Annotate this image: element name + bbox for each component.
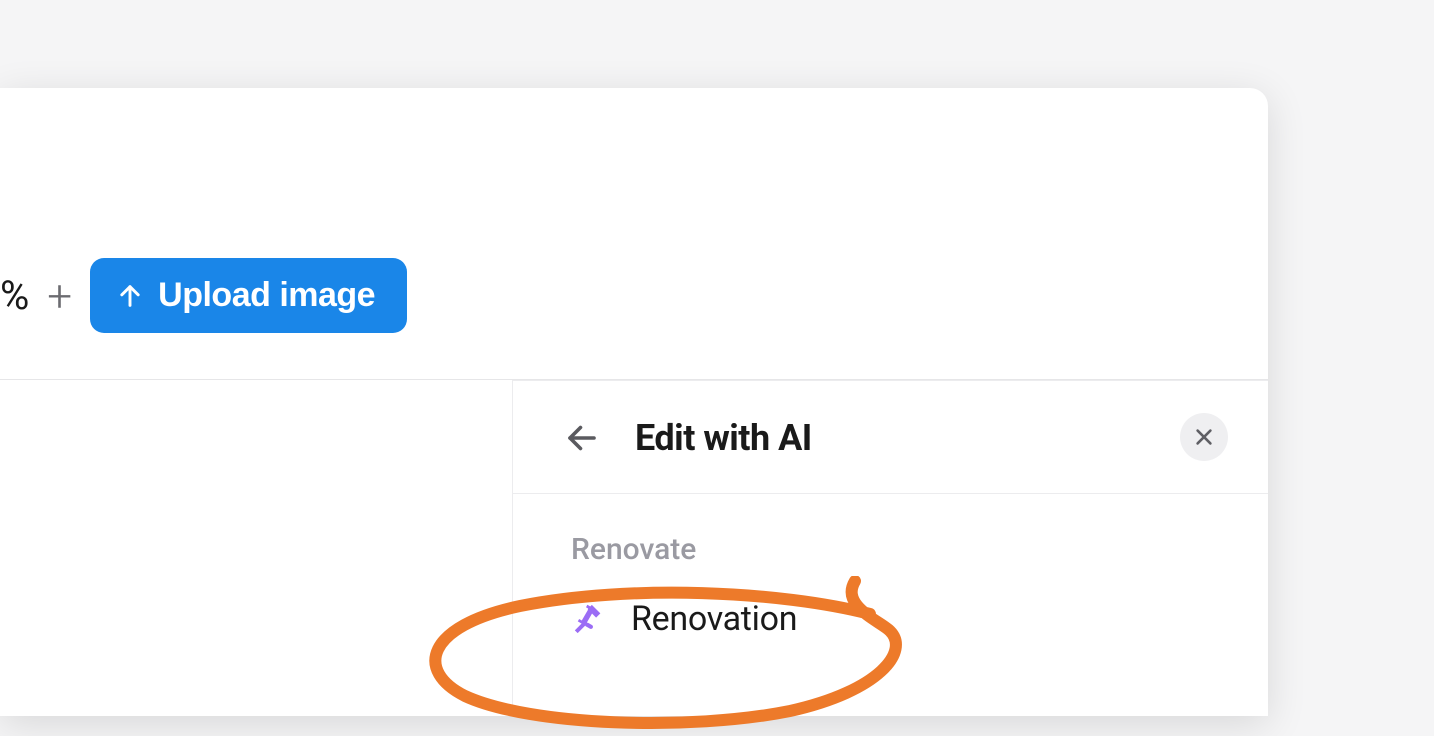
menu-item-renovation[interactable]: Renovation	[571, 591, 1210, 647]
close-icon	[1193, 426, 1215, 448]
panel-header: Edit with AI	[513, 381, 1268, 494]
close-button[interactable]	[1180, 413, 1228, 461]
back-button[interactable]	[561, 417, 603, 459]
upload-button-label: Upload image	[158, 276, 375, 315]
section-label-renovate: Renovate	[571, 532, 1210, 567]
toolbar-row: % + Upload image	[0, 258, 407, 333]
arrow-left-icon	[564, 420, 600, 456]
hammer-icon	[571, 601, 607, 637]
edit-with-ai-panel: Edit with AI Renovate Renovatio	[512, 380, 1268, 716]
app-window: % + Upload image Edit with AI	[0, 88, 1268, 716]
upload-image-button[interactable]: Upload image	[90, 258, 407, 333]
plus-icon[interactable]: +	[47, 274, 72, 318]
toolbar: % + Upload image	[0, 88, 1268, 380]
panel-body: Renovate Renovation	[513, 494, 1268, 647]
percent-symbol: %	[0, 272, 29, 319]
panel-title: Edit with AI	[635, 417, 812, 459]
menu-item-label: Renovation	[631, 599, 797, 639]
arrow-up-icon	[116, 282, 144, 310]
